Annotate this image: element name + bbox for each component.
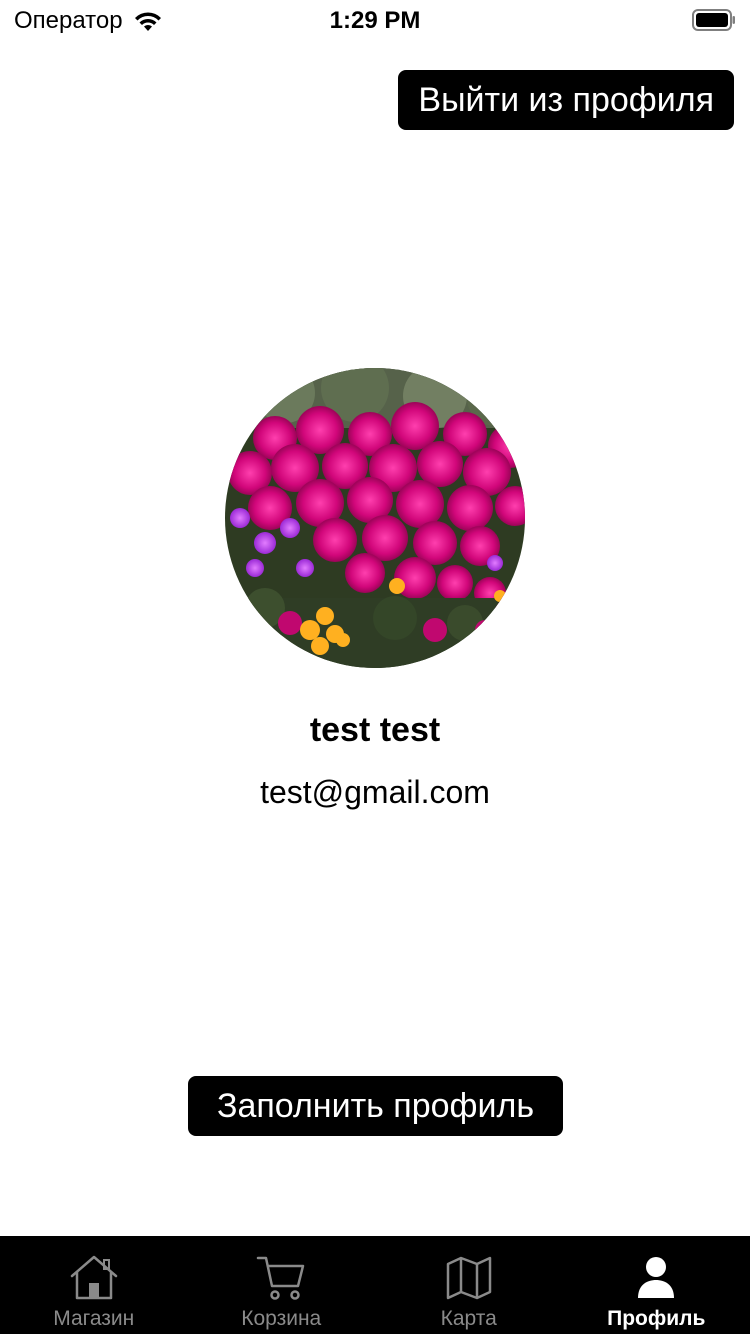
avatar — [225, 368, 525, 668]
fill-profile-button[interactable]: Заполнить профиль — [188, 1076, 563, 1136]
tab-map[interactable]: Карта — [375, 1236, 563, 1334]
map-icon — [446, 1256, 491, 1300]
user-email: test@gmail.com — [260, 774, 490, 810]
tab-label-cart: Корзина — [241, 1307, 322, 1330]
cart-icon — [257, 1256, 305, 1300]
logout-button[interactable]: Выйти из профиля — [398, 70, 734, 130]
tab-bar: Магазин Корзина Карта Профиль — [0, 1236, 750, 1334]
status-time: 1:29 PM — [329, 7, 421, 34]
tab-label-map: Карта — [440, 1307, 497, 1330]
home-icon — [70, 1255, 117, 1300]
battery-icon — [692, 9, 736, 31]
tab-label-profile: Профиль — [607, 1307, 706, 1330]
tab-profile[interactable]: Профиль — [563, 1236, 750, 1334]
user-name: test test — [309, 711, 441, 749]
tab-cart[interactable]: Корзина — [188, 1236, 376, 1334]
status-bar: Оператор 1:29 PM — [0, 0, 750, 40]
tab-shop[interactable]: Магазин — [0, 1236, 188, 1334]
user-icon — [638, 1257, 675, 1298]
tab-label-shop: Магазин — [53, 1307, 135, 1330]
